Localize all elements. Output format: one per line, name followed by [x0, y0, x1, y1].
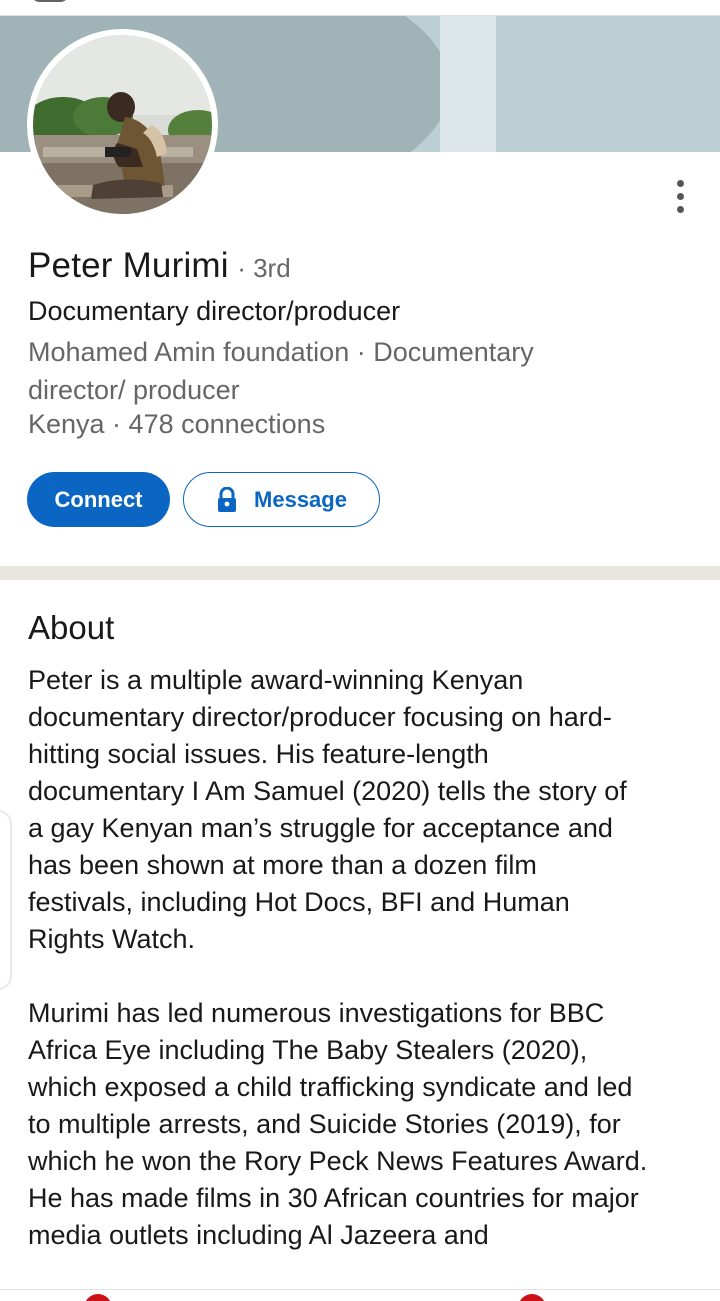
avatar-photo [33, 35, 212, 214]
banner-stripe [440, 16, 496, 152]
profile-photo [33, 35, 212, 214]
top-bar-icon [30, 0, 70, 2]
about-section: Peter is a multiple award-winning Kenyan… [28, 662, 648, 1291]
edge-handle[interactable] [0, 810, 12, 990]
about-paragraph: Murimi has led numerous investigations f… [28, 998, 648, 1250]
banner-panel [496, 16, 720, 152]
connection-degree: · 3rd [237, 253, 291, 283]
connect-button[interactable]: Connect [27, 472, 170, 527]
profile-name: Peter Murimi [28, 246, 229, 285]
profile-headline: Documentary director/producer [28, 296, 401, 326]
message-button[interactable]: Message [183, 472, 380, 527]
more-options-button[interactable] [662, 172, 698, 220]
about-paragraph: Peter is a multiple award-winning Kenyan… [28, 665, 627, 954]
profile-name-row: Peter Murimi · 3rd [28, 246, 291, 286]
lock-icon [218, 486, 237, 512]
message-button-label: Message [254, 486, 347, 512]
more-vertical-icon [676, 179, 684, 187]
more-vertical-icon [676, 205, 684, 213]
avatar[interactable] [27, 29, 218, 220]
more-vertical-icon [676, 192, 684, 200]
top-bar [0, 0, 720, 16]
about-heading: About [28, 609, 115, 646]
section-divider [0, 566, 720, 580]
profile-company: Mohamed Amin foundation · Documentary di… [28, 337, 534, 405]
profile-location[interactable]: Kenya · 478 connections [28, 409, 325, 440]
